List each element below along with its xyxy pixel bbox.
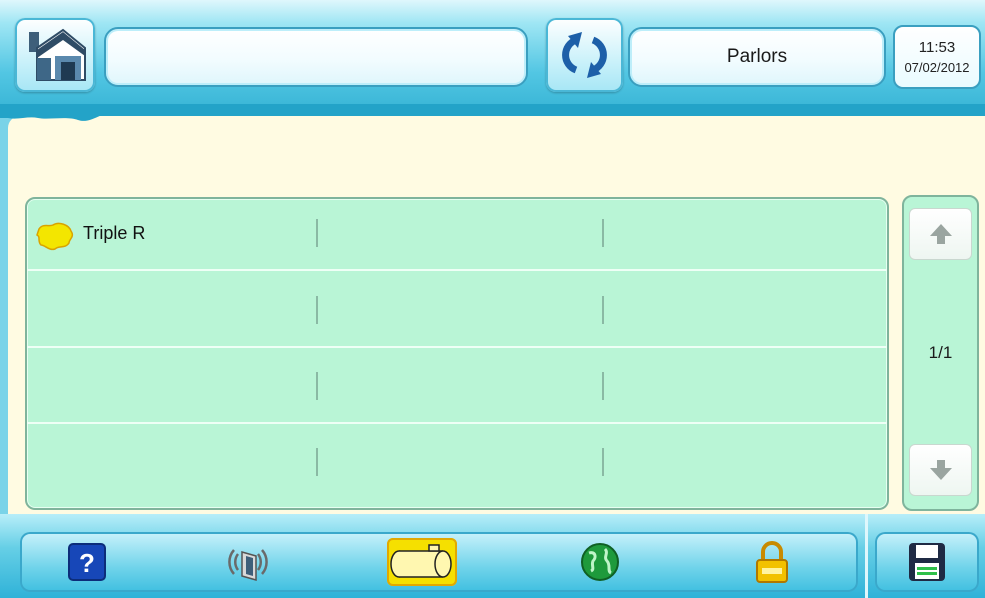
save-button[interactable] [892, 538, 962, 586]
wireless-device-icon [228, 549, 268, 581]
parlor-list: Triple R [25, 197, 889, 510]
barn-icon [29, 28, 86, 81]
column-separator [602, 448, 604, 476]
column-separator [602, 219, 604, 247]
save-toolbar [875, 532, 979, 592]
list-row[interactable] [27, 276, 887, 348]
scroll-panel: 1/1 [902, 195, 979, 511]
page-indicator: 1/1 [928, 343, 953, 362]
arrow-down-icon [929, 460, 952, 480]
column-separator [316, 296, 318, 324]
save-icon [909, 543, 945, 581]
arrow-up-icon [929, 224, 952, 244]
nav-toolbar: ? [20, 532, 858, 592]
wireless-device-button[interactable] [213, 538, 283, 586]
clock: 11:53 07/02/2012 [893, 25, 981, 89]
row-name: Triple R [83, 223, 146, 243]
column-separator [316, 219, 318, 247]
column-separator [316, 448, 318, 476]
bottom-divider [865, 514, 868, 598]
farm-icon [36, 222, 74, 251]
header-band [8, 116, 985, 188]
globe-button[interactable] [565, 538, 635, 586]
help-button[interactable]: ? [52, 538, 122, 586]
column-separator [602, 296, 604, 324]
clock-date: 07/02/2012 [904, 60, 970, 75]
column-separator [602, 372, 604, 400]
milk-tank-icon [390, 544, 452, 578]
globe-icon [581, 543, 619, 581]
section-title: Parlors [726, 46, 788, 67]
lock-button[interactable] [737, 538, 807, 586]
list-row[interactable] [27, 428, 887, 500]
svg-text:?: ? [79, 548, 95, 578]
help-icon: ? [68, 543, 106, 581]
home-button[interactable] [15, 18, 95, 92]
refresh-icon [562, 32, 607, 78]
scroll-up-button[interactable] [909, 208, 972, 260]
clock-time: 11:53 [918, 39, 956, 56]
column-separator [316, 372, 318, 400]
lock-icon [756, 541, 788, 583]
swoosh-decoration [8, 110, 118, 121]
scroll-down-button[interactable] [909, 444, 972, 496]
refresh-button[interactable] [546, 18, 623, 92]
section-field: Parlors [628, 27, 886, 87]
list-row[interactable] [27, 352, 887, 424]
list-row[interactable]: Triple R [27, 199, 887, 271]
milk-tank-button[interactable] [387, 538, 457, 586]
title-field[interactable] [104, 27, 528, 87]
